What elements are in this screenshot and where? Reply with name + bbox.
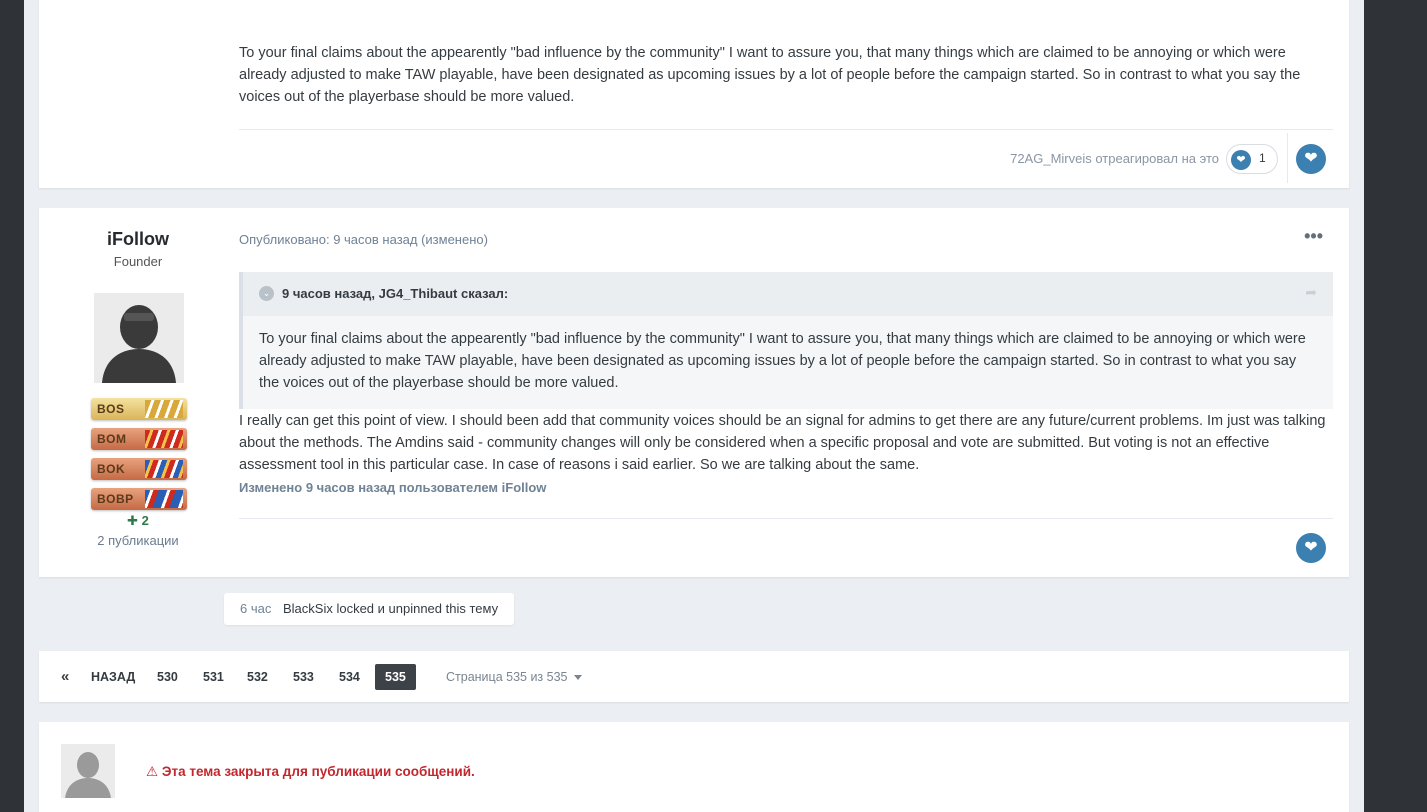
post-timestamp[interactable]: Опубликовано: 9 часов назад (изменено): [239, 232, 488, 247]
reaction-separator: [1287, 133, 1288, 183]
award-badge[interactable]: BOS: [91, 398, 187, 420]
event-time[interactable]: 6 час: [240, 601, 271, 616]
page-jump-dropdown[interactable]: Страница 535 из 535: [446, 664, 582, 690]
default-avatar-icon: [61, 744, 115, 798]
warning-icon: ⚠: [146, 764, 159, 779]
prev-page-button[interactable]: НАЗАД: [81, 664, 145, 690]
event-text: BlackSix locked и unpinned this тему: [282, 601, 499, 616]
reply-area: ⚠ Эта тема закрыта для публикации сообще…: [39, 722, 1349, 812]
award-badge[interactable]: BOK: [91, 458, 187, 480]
share-arrow-icon[interactable]: ➦: [1305, 284, 1317, 301]
badge-label: BOS: [97, 402, 125, 416]
avatar: [61, 744, 115, 798]
reputation-value: 2: [141, 513, 149, 528]
locked-notice: ⚠ Эта тема закрыта для публикации сообще…: [146, 764, 475, 780]
chevron-down-icon[interactable]: ⌄: [259, 286, 274, 301]
author-name-link[interactable]: iFollow: [39, 229, 237, 250]
badge-ribbon: [145, 400, 183, 418]
like-icon: ❤: [1231, 150, 1251, 170]
avatar[interactable]: [94, 293, 184, 383]
badge-label: BOBP: [97, 492, 134, 506]
page-link[interactable]: 533: [283, 664, 324, 690]
reaction-count: 1: [1259, 151, 1266, 165]
moderation-event: 6 час BlackSix locked и unpinned this те…: [224, 593, 515, 625]
quote-header: ⌄ 9 часов назад, JG4_Thibaut сказал: ➦: [243, 272, 1333, 316]
page-link[interactable]: 531: [193, 664, 234, 690]
react-button[interactable]: ❤: [1296, 533, 1326, 563]
forum-post: iFollow Founder BOS BOM BOK BOBP ✚ 2 2 п…: [39, 208, 1349, 577]
post-divider: [239, 518, 1333, 519]
award-badge[interactable]: BOM: [91, 428, 187, 450]
more-options-icon[interactable]: •••: [1304, 226, 1323, 247]
forum-post: To your final claims about the appearent…: [39, 0, 1349, 188]
quote-citation[interactable]: 9 часов назад, JG4_Thibaut сказал:: [282, 286, 508, 301]
author-post-count: 2 публикации: [97, 533, 179, 548]
first-page-button[interactable]: «: [51, 664, 79, 690]
badge-ribbon: [145, 460, 183, 478]
post-body: I really can get this point of view. I s…: [239, 413, 1326, 473]
default-avatar-icon: [94, 293, 184, 383]
reputation-badge[interactable]: ✚ 2: [39, 513, 237, 529]
reaction-summary-link[interactable]: 72AG_Mirveis отреагировал на это: [1010, 151, 1219, 166]
quote-block: ⌄ 9 часов назад, JG4_Thibaut сказал: ➦ T…: [239, 272, 1333, 409]
badge-label: BOM: [97, 432, 127, 446]
pagination: « НАЗАД 530 531 532 533 534 535 Страница…: [39, 651, 1349, 702]
react-button[interactable]: ❤: [1296, 144, 1326, 174]
edited-note: Изменено 9 часов назад пользователем iFo…: [239, 480, 547, 495]
page-link[interactable]: 530: [147, 664, 188, 690]
caret-down-icon: [573, 675, 582, 681]
page-content: To your final claims about the appearent…: [24, 0, 1364, 812]
quote-body: To your final claims about the appearent…: [259, 331, 1306, 391]
award-badge[interactable]: BOBP: [91, 488, 187, 510]
locked-notice-text: Эта тема закрыта для публикации сообщени…: [161, 764, 475, 779]
page-link[interactable]: 534: [329, 664, 370, 690]
page-link[interactable]: 532: [237, 664, 278, 690]
badge-ribbon: [145, 490, 183, 508]
post-body: To your final claims about the appearent…: [239, 45, 1301, 105]
badge-ribbon: [145, 430, 183, 448]
page-jump-label: Страница 535 из 535: [446, 670, 568, 684]
badge-label: BOK: [97, 462, 126, 476]
post-divider: [239, 129, 1333, 130]
plus-circle-icon: ✚: [127, 513, 139, 528]
reaction-count-pill[interactable]: ❤ 1: [1226, 144, 1278, 174]
author-title: Founder: [113, 254, 163, 269]
current-page[interactable]: 535: [375, 664, 416, 690]
